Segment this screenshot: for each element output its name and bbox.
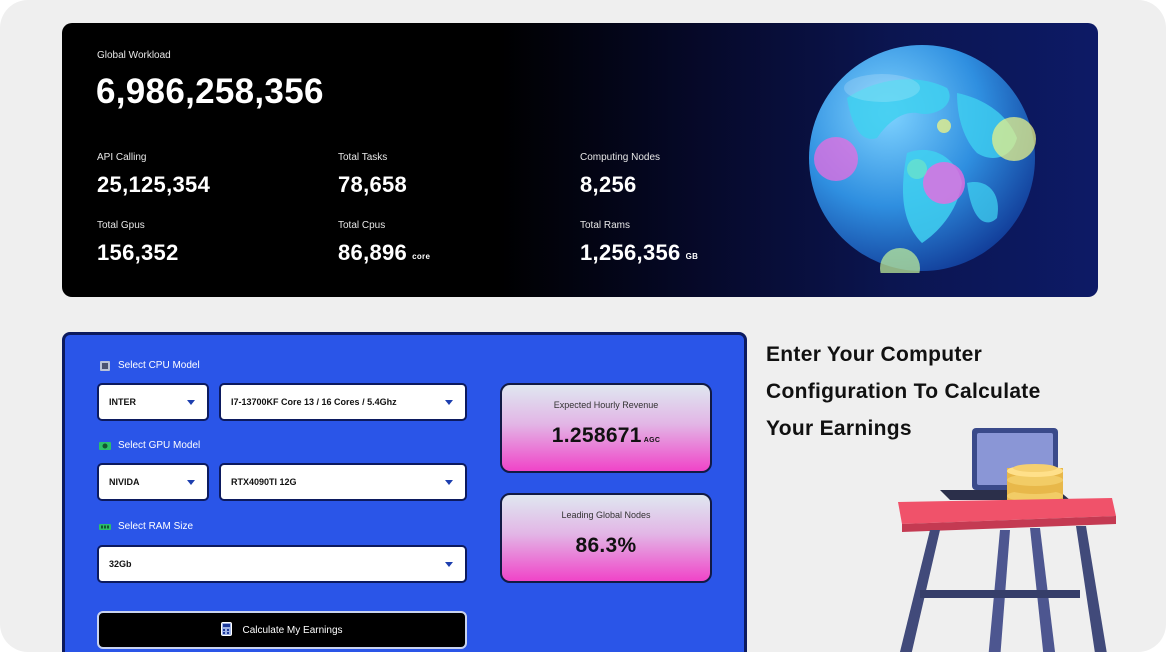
cpu-brand-select[interactable]: INTER (97, 383, 209, 421)
total-tasks-value: 78,658 (338, 172, 408, 197)
gpu-section-text: Select GPU Model (118, 440, 201, 451)
api-calling-label: API Calling (97, 152, 147, 163)
table-illustration (880, 420, 1130, 652)
global-workload-label: Global Workload (97, 50, 171, 61)
gpu-brand-select[interactable]: NIVIDA (97, 463, 209, 501)
caret-down-icon (445, 561, 453, 567)
ram-icon (99, 522, 111, 532)
total-rams-value: 1,256,356 (580, 240, 681, 265)
ram-size-value: 32Gb (109, 559, 132, 569)
globe-icon (807, 43, 1037, 288)
total-rams-unit: GB (685, 252, 699, 261)
hourly-revenue-unit: AGC (643, 437, 661, 444)
hourly-revenue-card: Expected Hourly Revenue 1.258671 AGC (500, 383, 712, 473)
caret-down-icon (445, 479, 453, 485)
total-cpus-value: 86,896 (338, 240, 408, 265)
heading-line-1: Enter Your Computer (766, 343, 983, 366)
calculate-earnings-button[interactable]: Calculate My Earnings (97, 611, 467, 649)
caret-down-icon (445, 399, 453, 405)
global-workload-value: 6,986,258,356 (96, 72, 324, 111)
total-rams-stat: 1,256,356 GB (580, 240, 698, 266)
total-rams-label: Total Rams (580, 220, 631, 231)
caret-down-icon (187, 399, 195, 405)
hourly-revenue-title: Expected Hourly Revenue (553, 400, 659, 410)
computing-nodes-label: Computing Nodes (580, 152, 661, 163)
global-nodes-title: Leading Global Nodes (561, 510, 651, 520)
gpu-icon (99, 441, 111, 451)
cpu-icon (99, 360, 111, 371)
gpu-model-select[interactable]: RTX4090TI 12G (219, 463, 467, 501)
ram-size-select[interactable]: 32Gb (97, 545, 467, 583)
total-gpus-label: Total Gpus (97, 220, 145, 231)
total-cpus-stat: 86,896 core (338, 240, 430, 266)
cpu-section-label: Select CPU Model (99, 360, 200, 371)
ram-section-text: Select RAM Size (118, 521, 194, 532)
calculator-icon (221, 621, 233, 639)
total-cpus-label: Total Cpus (338, 220, 386, 231)
heading-line-2: Configuration To Calculate (766, 380, 1041, 403)
gpu-brand-value: NIVIDA (109, 477, 140, 487)
total-gpus-value: 156,352 (97, 240, 179, 265)
computing-nodes-value: 8,256 (580, 172, 637, 197)
hourly-revenue-value: 1.258671 (551, 424, 642, 447)
total-cpus-unit: core (412, 252, 431, 261)
cpu-brand-value: INTER (109, 397, 136, 407)
hourly-revenue-stat: 1.258671 AGC (502, 424, 710, 448)
cpu-model-value: I7-13700KF Core 13 / 16 Cores / 5.4Ghz (231, 397, 397, 407)
page-frame: Global Workload 6,986,258,356 API Callin… (0, 0, 1166, 652)
global-nodes-card: Leading Global Nodes 86.3% (500, 493, 712, 583)
cpu-model-select[interactable]: I7-13700KF Core 13 / 16 Cores / 5.4Ghz (219, 383, 467, 421)
stats-panel: Global Workload 6,986,258,356 API Callin… (62, 23, 1098, 297)
calculate-earnings-label: Calculate My Earnings (242, 624, 343, 636)
total-tasks-label: Total Tasks (338, 152, 388, 163)
api-calling-value: 25,125,354 (97, 172, 211, 197)
gpu-section-label: Select GPU Model (99, 440, 200, 451)
ram-section-label: Select RAM Size (99, 521, 193, 532)
global-nodes-value: 86.3% (575, 534, 637, 557)
earnings-calculator-panel: Select CPU Model INTER I7-13700KF Core 1… (62, 332, 747, 652)
caret-down-icon (187, 479, 195, 485)
cpu-section-text: Select CPU Model (118, 360, 200, 371)
gpu-model-value: RTX4090TI 12G (231, 477, 297, 487)
